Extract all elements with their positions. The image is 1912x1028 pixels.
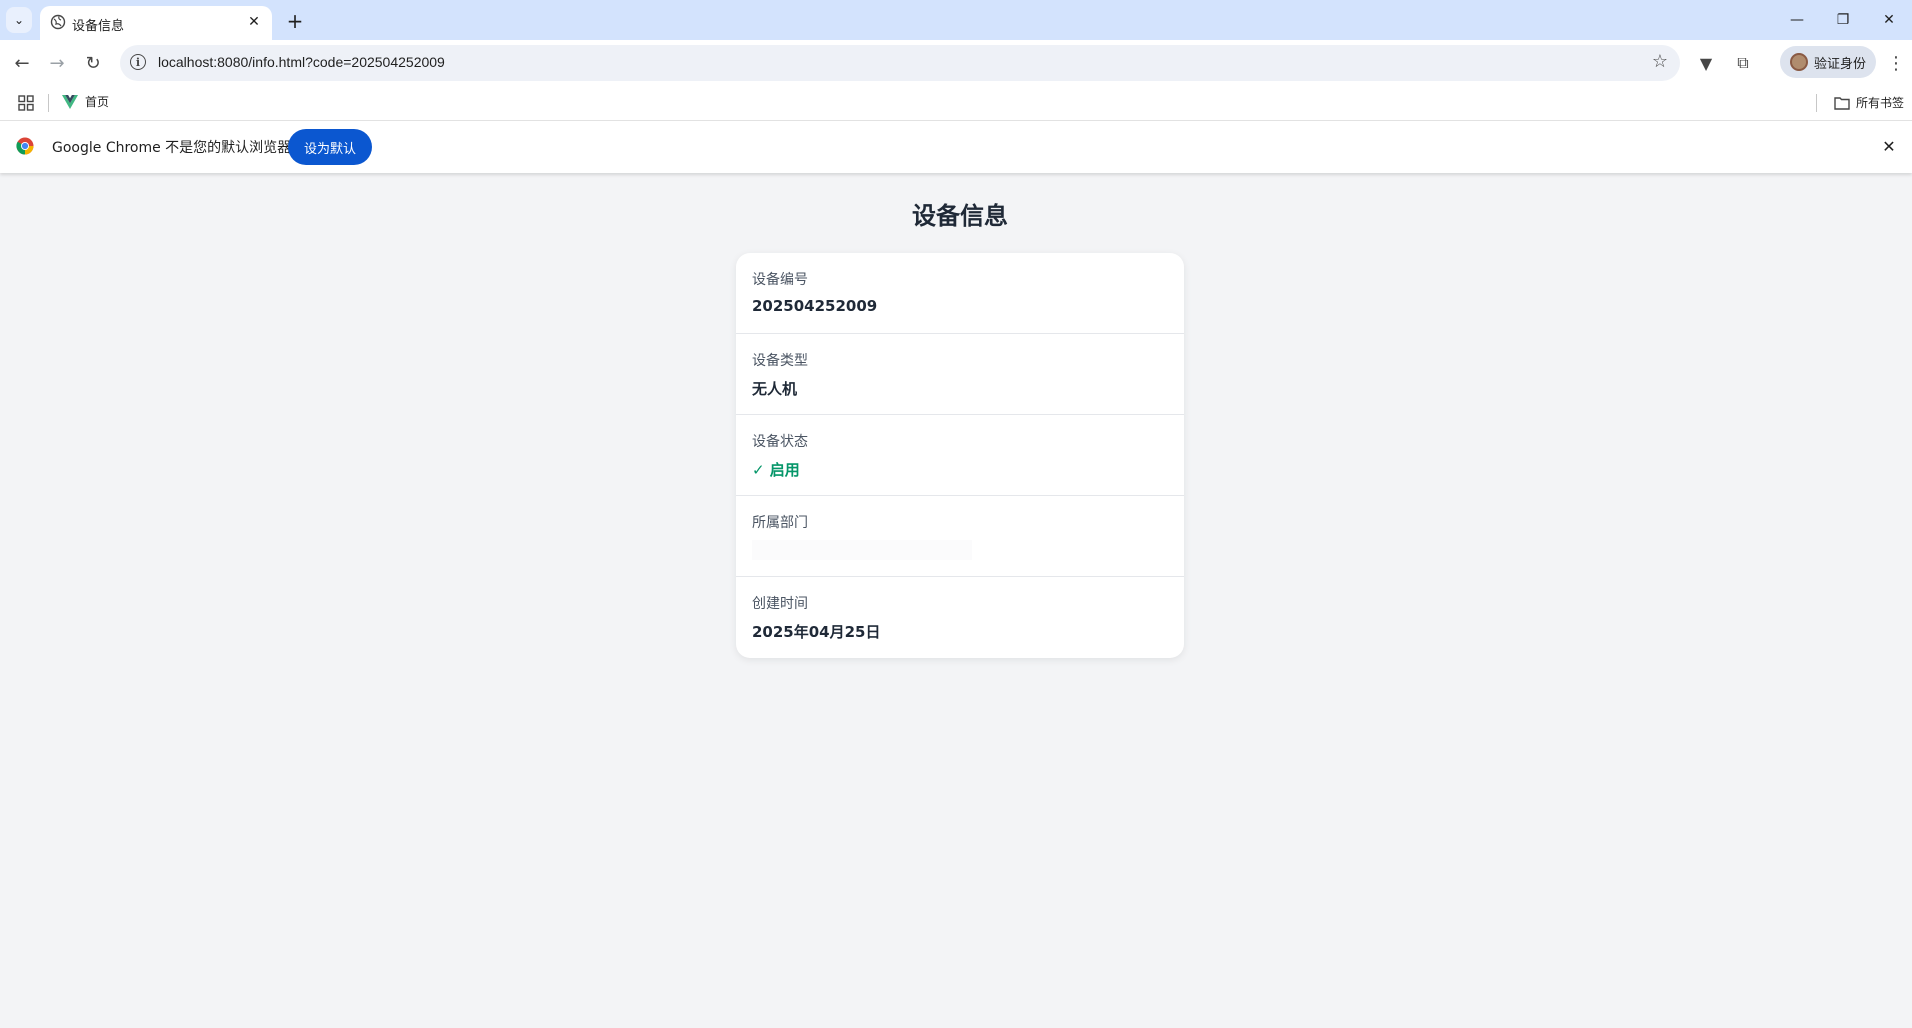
avatar: [1790, 53, 1808, 71]
globe-icon: [50, 14, 66, 30]
field-row-device-status: 设备状态 ✓ 启用: [736, 415, 1184, 496]
restore-icon[interactable]: ❐: [1820, 0, 1866, 40]
site-info-icon[interactable]: i: [130, 54, 146, 70]
infobar-message: Google Chrome 不是您的默认浏览器: [52, 140, 292, 156]
close-window-icon[interactable]: ✕: [1866, 0, 1912, 40]
address-bar[interactable]: i localhost:8080/info.html?code=20250425…: [120, 45, 1680, 81]
default-browser-infobar: Google Chrome 不是您的默认浏览器 设为默认 ✕: [0, 121, 1912, 173]
field-row-department: 所属部门: [736, 496, 1184, 577]
apps-grid-icon[interactable]: [18, 95, 34, 111]
profile-button[interactable]: 验证身份: [1780, 46, 1876, 78]
tab-search-button[interactable]: ⌄: [6, 7, 32, 33]
bookmarks-divider-right: [1816, 94, 1817, 112]
vue-devtools-icon[interactable]: ▼: [1692, 49, 1720, 77]
field-label: 所属部门: [752, 515, 808, 531]
forward-icon[interactable]: →: [43, 49, 71, 77]
window-controls: — ❐ ✕: [1774, 0, 1912, 40]
bookmarks-divider: [48, 94, 49, 112]
bookmark-label: 首页: [85, 95, 110, 109]
profile-label: 验证身份: [1814, 56, 1867, 72]
extensions-icon[interactable]: ⧉: [1729, 49, 1757, 77]
field-label: 创建时间: [752, 596, 808, 612]
more-menu-icon[interactable]: ⋮: [1886, 49, 1906, 77]
device-type-value: 无人机: [752, 380, 798, 398]
bookmark-item-home[interactable]: 首页: [62, 93, 109, 110]
bookmark-star-icon[interactable]: ☆: [1652, 51, 1668, 72]
field-row-device-code: 设备编号 202504252009: [736, 253, 1184, 334]
field-label: 设备类型: [752, 353, 808, 369]
close-tab-icon[interactable]: ✕: [244, 12, 264, 32]
page-title: 设备信息: [912, 202, 1008, 230]
close-infobar-icon[interactable]: ✕: [1878, 135, 1900, 157]
field-label: 设备状态: [752, 434, 808, 450]
minimize-icon[interactable]: —: [1774, 0, 1820, 40]
all-bookmarks-label: 所有书签: [1856, 96, 1905, 110]
tab-strip: ⌄ 设备信息 ✕ + — ❐ ✕: [0, 0, 1912, 40]
folder-icon: [1834, 96, 1850, 110]
tab-title: 设备信息: [72, 19, 125, 34]
all-bookmarks-button[interactable]: 所有书签: [1834, 94, 1904, 111]
tab-active[interactable]: 设备信息 ✕: [40, 6, 272, 40]
department-value: [752, 540, 972, 560]
chrome-logo-icon: [16, 137, 34, 155]
chevron-down-icon: ⌄: [13, 13, 25, 27]
created-time-value: 2025年04月25日: [752, 623, 881, 641]
back-icon[interactable]: ←: [8, 49, 36, 77]
field-label: 设备编号: [752, 272, 808, 288]
set-default-button[interactable]: 设为默认: [288, 129, 372, 165]
device-status-value: ✓ 启用: [752, 461, 800, 479]
browser-toolbar: ← → ↻ i localhost:8080/info.html?code=20…: [0, 40, 1912, 86]
device-code-value: 202504252009: [752, 297, 878, 315]
bookmarks-bar: 首页 所有书签: [0, 86, 1912, 121]
reload-icon[interactable]: ↻: [79, 49, 107, 77]
device-info-card: 设备编号 202504252009 设备类型 无人机 设备状态 ✓ 启用 所属部…: [736, 253, 1184, 658]
field-row-device-type: 设备类型 无人机: [736, 334, 1184, 415]
vue-icon: [62, 94, 78, 109]
field-row-created-time: 创建时间 2025年04月25日: [736, 577, 1184, 658]
address-url[interactable]: localhost:8080/info.html?code=2025042520…: [158, 54, 445, 70]
new-tab-button[interactable]: +: [282, 8, 308, 34]
